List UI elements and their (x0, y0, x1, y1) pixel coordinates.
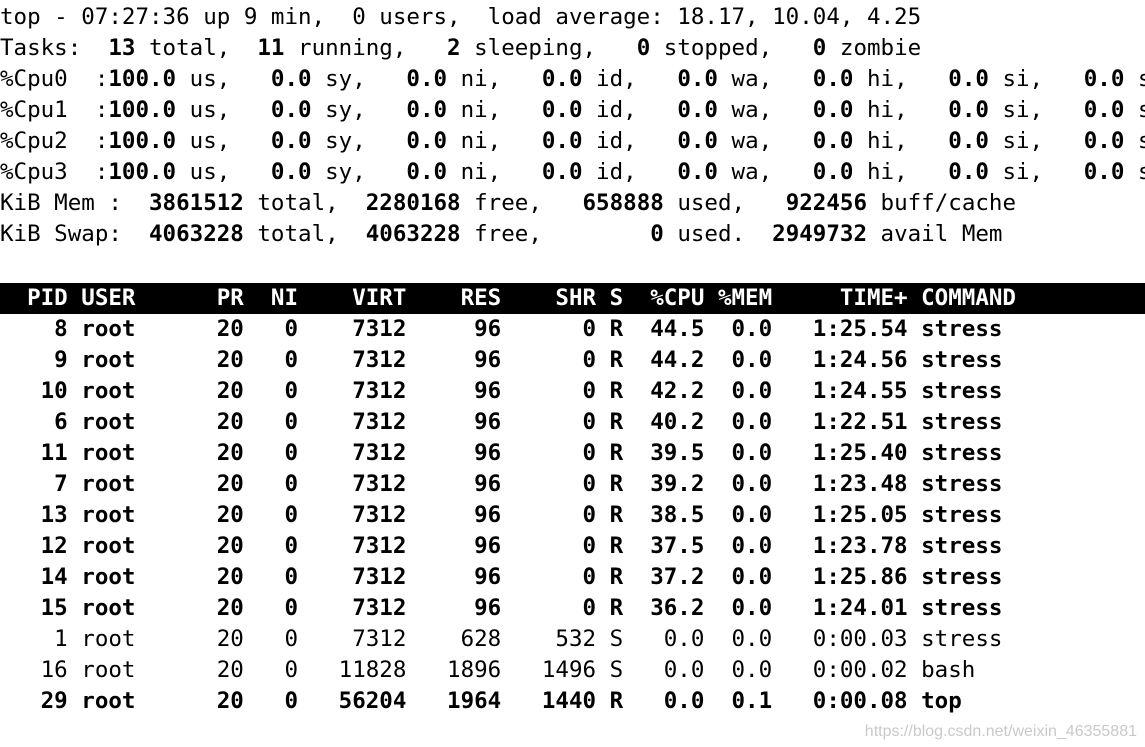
process-row: 6 root 20 0 7312 96 0 R 40.2 0.0 1:22.51… (0, 409, 1003, 435)
process-row: 16 root 20 0 11828 1896 1496 S 0.0 0.0 0… (0, 657, 976, 683)
process-table-header: PID USER PR NI VIRT RES SHR S %CPU %MEM … (0, 285, 1016, 311)
tasks-line: Tasks: 13 total, 11 running, 2 sleeping,… (0, 35, 922, 61)
cpu-line: %Cpu1 :100.0 us, 0.0 sy, 0.0 ni, 0.0 id,… (0, 97, 1145, 123)
process-row: 13 root 20 0 7312 96 0 R 38.5 0.0 1:25.0… (0, 502, 1003, 528)
process-row: 7 root 20 0 7312 96 0 R 39.2 0.0 1:23.48… (0, 471, 1003, 497)
process-row: 15 root 20 0 7312 96 0 R 36.2 0.0 1:24.0… (0, 595, 1003, 621)
process-row: 8 root 20 0 7312 96 0 R 44.5 0.0 1:25.54… (0, 316, 1003, 342)
cpu-line: %Cpu0 :100.0 us, 0.0 sy, 0.0 ni, 0.0 id,… (0, 66, 1145, 92)
cpu-line: %Cpu2 :100.0 us, 0.0 sy, 0.0 ni, 0.0 id,… (0, 128, 1145, 154)
process-row: 11 root 20 0 7312 96 0 R 39.5 0.0 1:25.4… (0, 440, 1003, 466)
swap-line: KiB Swap: 4063228 total, 4063228 free, 0… (0, 221, 1003, 247)
process-row: 9 root 20 0 7312 96 0 R 44.2 0.0 1:24.56… (0, 347, 1003, 373)
cpu-line: %Cpu3 :100.0 us, 0.0 sy, 0.0 ni, 0.0 id,… (0, 159, 1145, 185)
mem-line: KiB Mem : 3861512 total, 2280168 free, 6… (0, 190, 1017, 216)
process-row: 12 root 20 0 7312 96 0 R 37.5 0.0 1:23.7… (0, 533, 1003, 559)
process-row: 1 root 20 0 7312 628 532 S 0.0 0.0 0:00.… (0, 626, 1003, 652)
process-row: 29 root 20 0 56204 1964 1440 R 0.0 0.1 0… (0, 688, 962, 714)
watermark-text: https://blog.csdn.net/weixin_46355881 (864, 723, 1137, 740)
uptime-line: top - 07:27:36 up 9 min, 0 users, load a… (0, 4, 922, 30)
process-row: 10 root 20 0 7312 96 0 R 42.2 0.0 1:24.5… (0, 378, 1003, 404)
process-row: 14 root 20 0 7312 96 0 R 37.2 0.0 1:25.8… (0, 564, 1003, 590)
terminal-window: https://blog.csdn.net/weixin_46355881 to… (0, 0, 1145, 747)
